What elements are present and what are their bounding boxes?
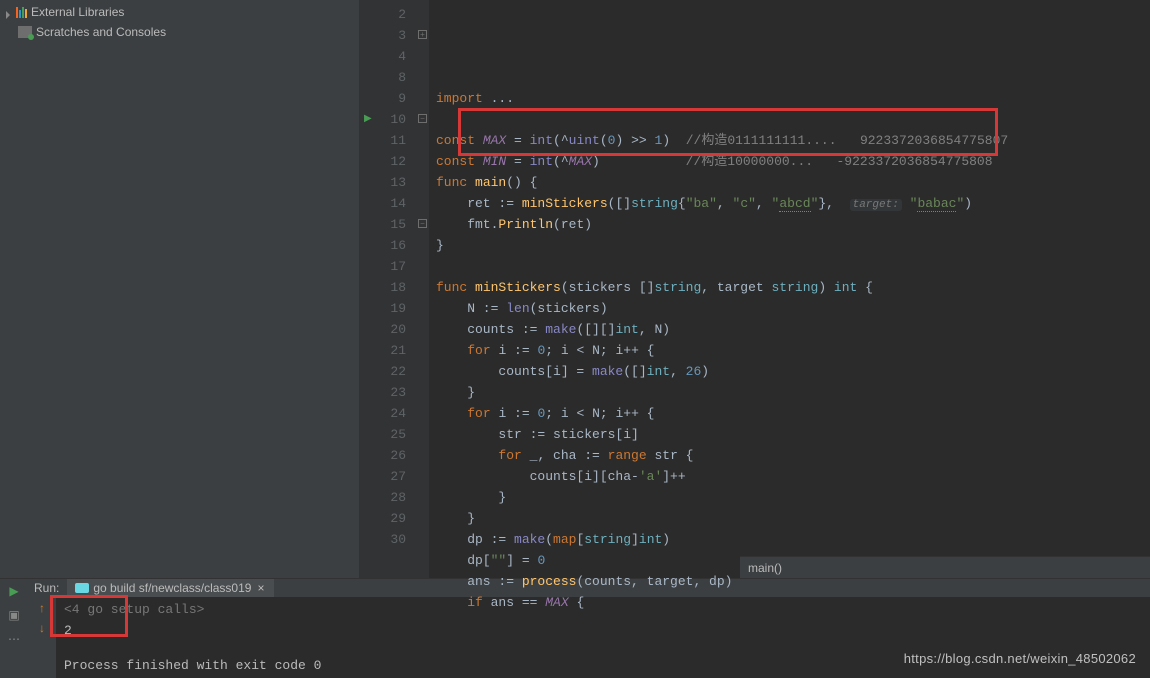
code-line[interactable]: func minStickers(stickers []string, targ…: [436, 277, 1150, 298]
code-line[interactable]: func main() {: [436, 172, 1150, 193]
breadcrumb[interactable]: main(): [740, 556, 1150, 578]
line-number[interactable]: 19: [360, 298, 406, 319]
line-number[interactable]: 27: [360, 466, 406, 487]
down-arrow-icon[interactable]: ↓: [39, 621, 45, 635]
line-number[interactable]: 15: [360, 214, 406, 235]
line-number[interactable]: 29: [360, 508, 406, 529]
line-number[interactable]: 17: [360, 256, 406, 277]
code-line[interactable]: ret := minStickers([]string{"ba", "c", "…: [436, 193, 1150, 214]
line-number[interactable]: 30: [360, 529, 406, 550]
code-line[interactable]: dp := make(map[string]int): [436, 529, 1150, 550]
chevron-right-icon: [4, 8, 12, 16]
code-line[interactable]: [436, 256, 1150, 277]
fold-toggle[interactable]: +: [418, 30, 427, 39]
line-number[interactable]: 22: [360, 361, 406, 382]
run-tab[interactable]: go build sf/newclass/class019 ×: [67, 579, 274, 597]
close-icon[interactable]: ×: [255, 581, 266, 595]
fold-toggle[interactable]: −: [418, 219, 427, 228]
line-number-gutter[interactable]: 2348910▶11121314151617181920212223242526…: [360, 0, 416, 578]
go-icon: [75, 583, 89, 593]
code-line[interactable]: counts[i] = make([]int, 26): [436, 361, 1150, 382]
sidebar-item-scratches[interactable]: Scratches and Consoles: [0, 22, 359, 42]
line-number[interactable]: 2: [360, 4, 406, 25]
code-line[interactable]: for i := 0; i < N; i++ {: [436, 403, 1150, 424]
more-icon[interactable]: ⋯: [6, 631, 22, 647]
line-number[interactable]: 25: [360, 424, 406, 445]
code-line[interactable]: }: [436, 382, 1150, 403]
run-toolbar-left: ▶ ▣ ⋯: [0, 579, 28, 678]
project-sidebar[interactable]: External Libraries Scratches and Console…: [0, 0, 360, 578]
run-tab-label: go build sf/newclass/class019: [93, 581, 251, 595]
line-number[interactable]: 10▶: [360, 109, 406, 130]
line-number[interactable]: 13: [360, 172, 406, 193]
line-number[interactable]: 8: [360, 67, 406, 88]
run-label: Run:: [34, 581, 59, 595]
sidebar-item-label: Scratches and Consoles: [36, 25, 166, 39]
code-area[interactable]: import ... const MAX = int(^uint(0) >> 1)…: [430, 0, 1150, 578]
line-number[interactable]: 23: [360, 382, 406, 403]
library-icon: [16, 7, 27, 18]
line-number[interactable]: 16: [360, 235, 406, 256]
code-line[interactable]: fmt.Println(ret): [436, 214, 1150, 235]
line-number[interactable]: 3: [360, 25, 406, 46]
code-line[interactable]: const MIN = int(^MAX) //构造10000000... -9…: [436, 151, 1150, 172]
line-number[interactable]: 21: [360, 340, 406, 361]
up-arrow-icon[interactable]: ↑: [39, 601, 45, 615]
code-line[interactable]: }: [436, 508, 1150, 529]
line-number[interactable]: 4: [360, 46, 406, 67]
sidebar-item-external-libraries[interactable]: External Libraries: [0, 2, 359, 22]
scratches-icon: [18, 26, 32, 38]
debug-toolbar-icon[interactable]: ▣: [6, 607, 22, 623]
code-line[interactable]: }: [436, 487, 1150, 508]
setup-calls-line: <4 go setup calls>: [64, 602, 204, 617]
exit-line: Process finished with exit code 0: [64, 658, 321, 673]
watermark: https://blog.csdn.net/weixin_48502062: [904, 651, 1136, 666]
sidebar-item-label: External Libraries: [31, 5, 124, 19]
run-output-gutter: ↑ ↓: [28, 597, 56, 678]
code-line[interactable]: for i := 0; i < N; i++ {: [436, 340, 1150, 361]
line-number[interactable]: 24: [360, 403, 406, 424]
line-number[interactable]: 20: [360, 319, 406, 340]
code-line[interactable]: [436, 67, 1150, 88]
line-number[interactable]: 11: [360, 130, 406, 151]
code-line[interactable]: counts := make([][]int, N): [436, 319, 1150, 340]
code-line[interactable]: import ...: [436, 88, 1150, 109]
line-number[interactable]: 14: [360, 193, 406, 214]
code-line[interactable]: str := stickers[i]: [436, 424, 1150, 445]
code-line[interactable]: for _, cha := range str {: [436, 445, 1150, 466]
code-line[interactable]: }: [436, 235, 1150, 256]
code-line[interactable]: [436, 109, 1150, 130]
fold-column[interactable]: + − −: [416, 0, 430, 578]
code-line[interactable]: N := len(stickers): [436, 298, 1150, 319]
run-button[interactable]: ▶: [6, 583, 22, 599]
breadcrumb-label: main(): [748, 561, 782, 575]
code-line[interactable]: counts[i][cha-'a']++: [436, 466, 1150, 487]
line-number[interactable]: 18: [360, 277, 406, 298]
line-number[interactable]: 9: [360, 88, 406, 109]
line-number[interactable]: 12: [360, 151, 406, 172]
fold-toggle[interactable]: −: [418, 114, 427, 123]
code-editor[interactable]: 2348910▶11121314151617181920212223242526…: [360, 0, 1150, 578]
output-value: 2: [64, 623, 72, 638]
line-number[interactable]: 28: [360, 487, 406, 508]
code-line[interactable]: const MAX = int(^uint(0) >> 1) //构造01111…: [436, 130, 1150, 151]
line-number[interactable]: 26: [360, 445, 406, 466]
